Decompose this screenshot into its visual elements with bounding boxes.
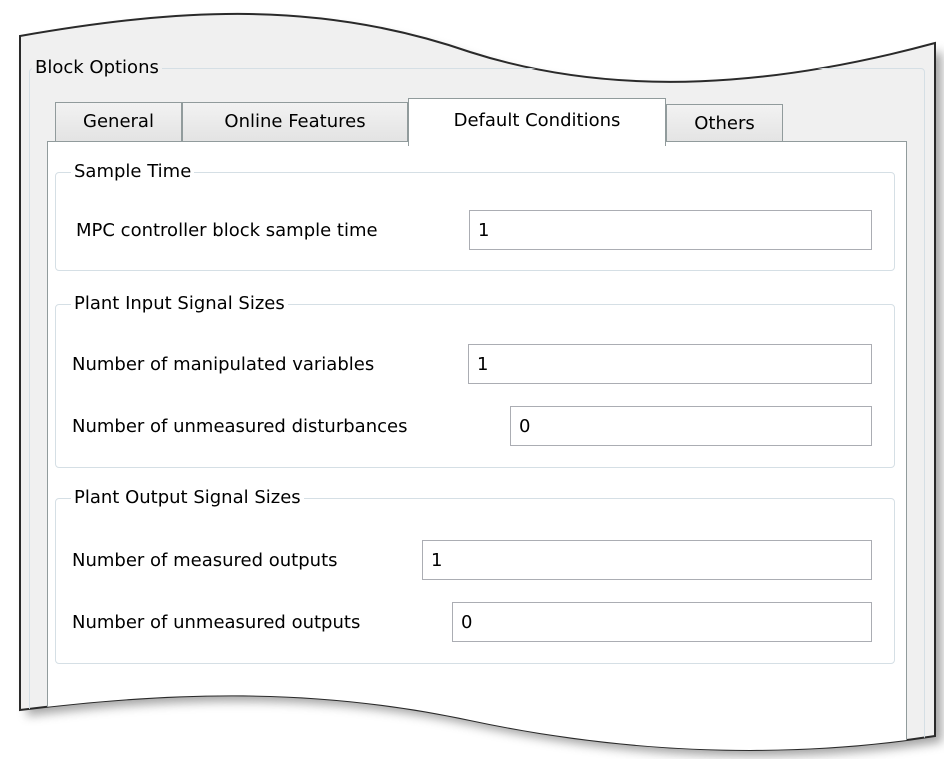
manipulated-variables-label: Number of manipulated variables: [72, 354, 375, 375]
sample-time-title: Sample Time: [71, 161, 194, 183]
tab-others-label: Others: [694, 113, 755, 134]
tab-default-conditions[interactable]: Default Conditions: [408, 98, 666, 146]
unmeasured-outputs-input[interactable]: [452, 602, 872, 642]
tab-online-features[interactable]: Online Features: [182, 102, 408, 142]
block-options-title: Block Options: [32, 57, 162, 79]
block-sample-time-label: MPC controller block sample time: [76, 220, 378, 241]
tab-online-features-label: Online Features: [224, 111, 366, 132]
block-sample-time-input[interactable]: [469, 210, 872, 250]
plant-input-signal-sizes-title: Plant Input Signal Sizes: [71, 293, 288, 315]
measured-outputs-input[interactable]: [422, 540, 872, 580]
unmeasured-disturbances-label: Number of unmeasured disturbances: [72, 416, 408, 437]
tab-others[interactable]: Others: [666, 104, 783, 144]
dialog-content: Block Options General Online Features De…: [0, 0, 944, 759]
tab-default-conditions-label: Default Conditions: [453, 110, 621, 131]
screenshot-stage: Block Options General Online Features De…: [0, 0, 944, 759]
unmeasured-outputs-label: Number of unmeasured outputs: [72, 612, 361, 633]
tab-general[interactable]: General: [55, 102, 182, 142]
measured-outputs-label: Number of measured outputs: [72, 550, 338, 571]
tab-general-label: General: [83, 111, 154, 132]
unmeasured-disturbances-input[interactable]: [510, 406, 872, 446]
manipulated-variables-input[interactable]: [468, 344, 872, 384]
plant-output-signal-sizes-title: Plant Output Signal Sizes: [71, 487, 304, 509]
default-conditions-panel: Sample Time MPC controller block sample …: [47, 141, 907, 759]
